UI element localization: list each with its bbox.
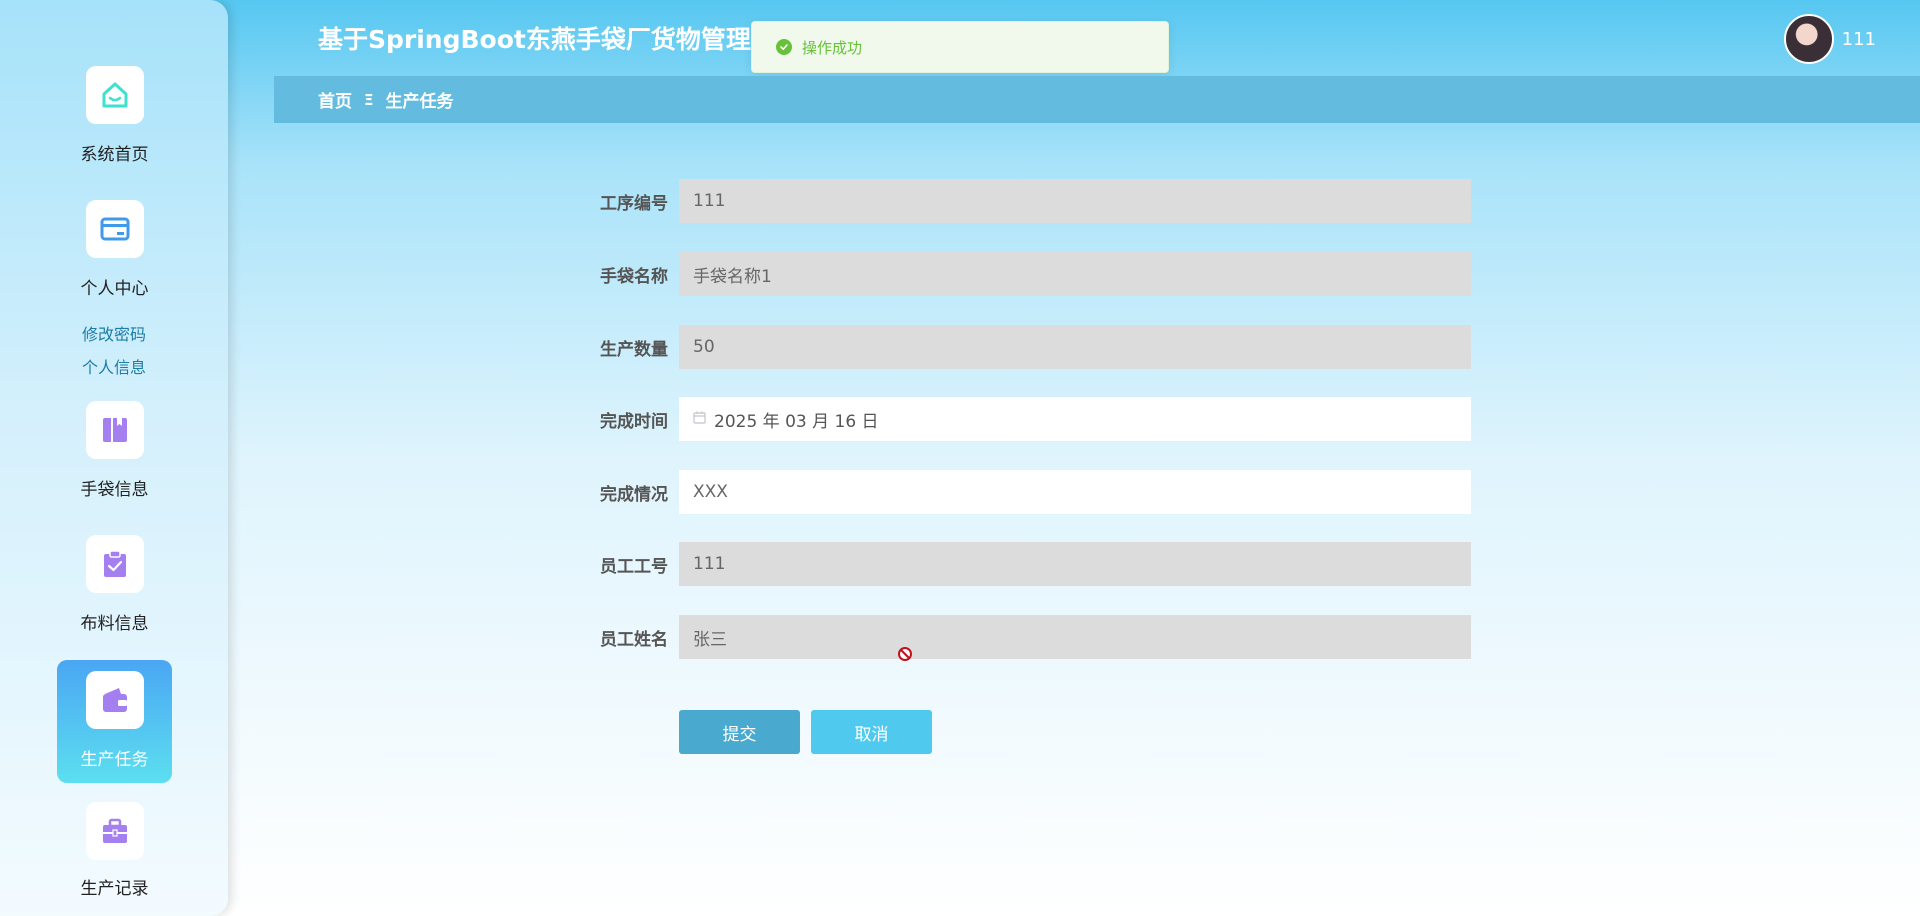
field-label: 完成时间 [600,411,668,432]
success-check-icon [776,39,792,55]
breadcrumb-home[interactable]: 首页 [318,87,352,112]
form-row-employee-id: 员工工号 [560,542,1471,586]
sidebar-item-label: 手袋信息 [80,480,149,500]
field-label: 员工姓名 [600,629,668,650]
finish-time-picker[interactable]: 2025 年 03 月 16 日 [679,397,1471,441]
book-icon [85,401,144,459]
wallet-icon [85,671,144,729]
sidebar-item-label: 系统首页 [80,145,149,165]
avatar[interactable] [1783,14,1834,64]
field-label: 员工工号 [600,556,668,577]
briefcase-icon [85,802,144,860]
site-title: 基于SpringBoot东燕手袋厂货物管理 [318,25,751,54]
bag-name-input[interactable] [679,252,1471,296]
sidebar-item-production-record[interactable]: 生产记录 [57,802,172,899]
cancel-button[interactable]: 取消 [811,710,932,754]
submenu-personal-info[interactable]: 个人信息 [0,354,228,378]
field-label: 生产数量 [600,339,668,360]
submit-button[interactable]: 提交 [679,710,800,754]
quantity-input[interactable] [679,325,1471,369]
form-row-status: 完成情况 [560,470,1471,514]
form-row-bag-name: 手袋名称 [560,252,1471,296]
not-allowed-cursor-icon [897,646,913,666]
field-label: 完成情况 [600,484,668,505]
user-menu[interactable]: 111 [1783,14,1876,64]
employee-name-input[interactable] [679,615,1471,659]
form-row-finish-time: 完成时间 2025 年 03 月 16 日 [560,397,1471,441]
sidebar-item-label: 生产任务 [80,750,149,770]
username[interactable]: 111 [1842,29,1876,50]
form-row-quantity: 生产数量 [560,325,1471,369]
form-row-process-id: 工序编号 [560,179,1471,223]
process-id-input[interactable] [679,179,1471,223]
sidebar-item-profile[interactable]: 个人中心 [57,200,172,299]
field-label: 手袋名称 [600,266,668,287]
submenu-change-password[interactable]: 修改密码 [0,321,228,345]
finish-time-value: 2025 年 03 月 16 日 [714,411,879,432]
status-input[interactable] [679,470,1471,514]
success-toast: 操作成功 [751,21,1169,73]
breadcrumb: 首页 Ξ 生产任务 [274,76,1920,123]
form-row-employee-name: 员工姓名 [560,615,1471,659]
sidebar-item-label: 个人中心 [80,279,149,299]
sidebar: 系统首页 个人中心 修改密码 个人信息 手袋信息 布料信息 生产任务 生产记录 [0,0,228,916]
sidebar-item-home[interactable]: 系统首页 [57,66,172,165]
sidebar-item-fabric-info[interactable]: 布料信息 [57,535,172,634]
employee-id-input[interactable] [679,542,1471,586]
id-card-icon [85,200,144,258]
breadcrumb-current: 生产任务 [385,92,454,112]
breadcrumb-separator: Ξ [364,90,374,109]
sidebar-item-label: 生产记录 [80,879,149,899]
calendar-icon [693,409,706,429]
sidebar-item-bag-info[interactable]: 手袋信息 [57,401,172,500]
home-icon [85,66,144,124]
clipboard-check-icon [85,535,144,593]
field-label: 工序编号 [600,193,668,214]
sidebar-item-production-task[interactable]: 生产任务 [57,660,172,783]
toast-message: 操作成功 [802,38,863,57]
sidebar-item-label: 布料信息 [80,614,149,634]
